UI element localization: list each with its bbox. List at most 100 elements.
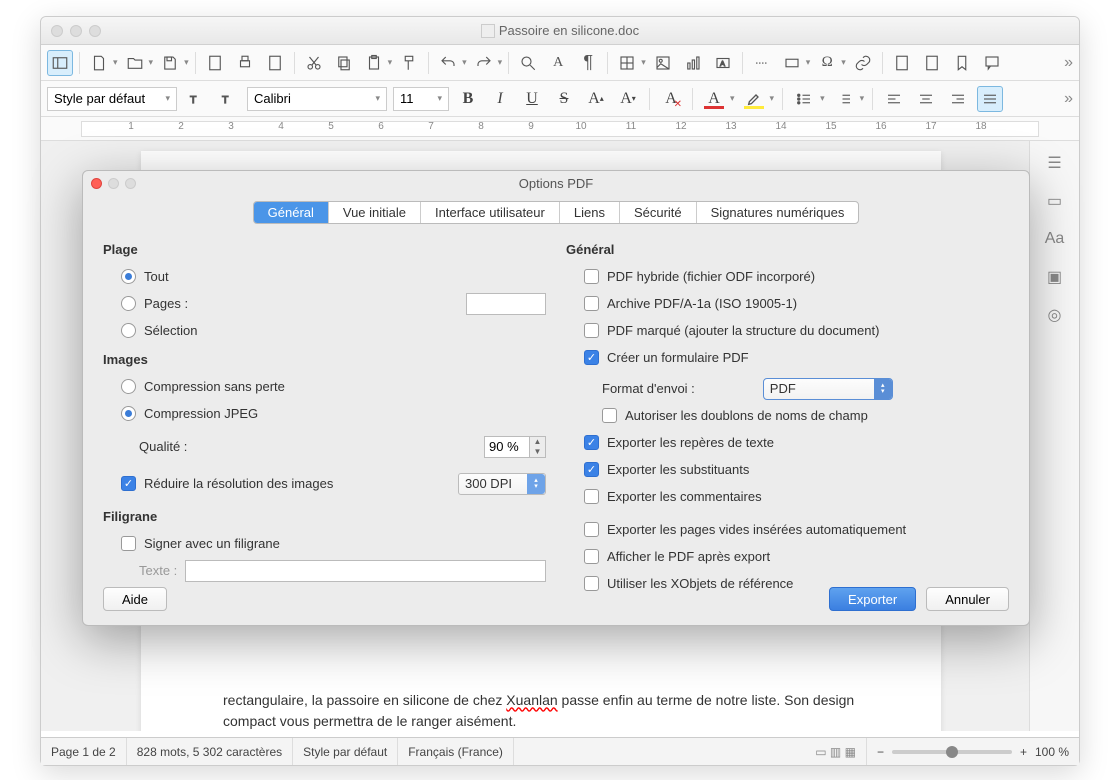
align-right-icon[interactable]: [945, 86, 971, 112]
find-icon[interactable]: [515, 50, 541, 76]
cut-icon[interactable]: [301, 50, 327, 76]
new-style-icon[interactable]: T: [215, 86, 241, 112]
dup-fields-check[interactable]: [602, 408, 617, 423]
status-view-icons[interactable]: ▭ ▥ ▦: [805, 738, 867, 765]
watermark-heading: Filigrane: [103, 509, 546, 524]
clear-format-button[interactable]: A✕: [658, 86, 684, 112]
tab-initial-view[interactable]: Vue initiale: [329, 202, 421, 223]
form-label: Créer un formulaire PDF: [607, 350, 749, 365]
status-style[interactable]: Style par défaut: [293, 738, 398, 765]
font-size-combo[interactable]: 11▾: [393, 87, 449, 111]
strikethrough-button[interactable]: S: [551, 86, 577, 112]
image-icon[interactable]: [650, 50, 676, 76]
page-break-icon[interactable]: [749, 50, 775, 76]
hybrid-check[interactable]: [584, 269, 599, 284]
blank-pages-check[interactable]: [584, 522, 599, 537]
print-preview-icon[interactable]: [262, 50, 288, 76]
print-icon[interactable]: [232, 50, 258, 76]
bookmark-icon[interactable]: [949, 50, 975, 76]
tab-links[interactable]: Liens: [560, 202, 620, 223]
footnote-icon[interactable]: [889, 50, 915, 76]
range-pages-radio[interactable]: [121, 296, 136, 311]
sidebar-gallery-icon[interactable]: ▣: [1037, 261, 1073, 293]
bold-button[interactable]: B: [455, 86, 481, 112]
quality-input[interactable]: [484, 436, 530, 458]
save-icon[interactable]: [157, 50, 183, 76]
sign-watermark-label: Signer avec un filigrane: [144, 536, 280, 551]
hybrid-label: PDF hybride (fichier ODF incorporé): [607, 269, 815, 284]
chart-icon[interactable]: [680, 50, 706, 76]
comments-check[interactable]: [584, 489, 599, 504]
sidebar-navigator-icon[interactable]: ◎: [1037, 299, 1073, 331]
align-center-icon[interactable]: [913, 86, 939, 112]
ruler-mark: 3: [228, 121, 234, 132]
submit-format-select[interactable]: PDF ▴▾: [763, 378, 893, 400]
tab-security[interactable]: Sécurité: [620, 202, 697, 223]
tab-ui[interactable]: Interface utilisateur: [421, 202, 560, 223]
export-pdf-icon[interactable]: [202, 50, 228, 76]
ruler-mark: 15: [825, 121, 836, 132]
status-zoom[interactable]: − + 100 %: [867, 738, 1079, 765]
form-check[interactable]: [584, 350, 599, 365]
status-wordcount[interactable]: 828 mots, 5 302 caractères: [127, 738, 293, 765]
jpeg-radio[interactable]: [121, 406, 136, 421]
comment-icon[interactable]: [979, 50, 1005, 76]
redo-icon[interactable]: [471, 50, 497, 76]
new-icon[interactable]: [86, 50, 112, 76]
copy-icon[interactable]: [331, 50, 357, 76]
export-button[interactable]: Exporter: [829, 587, 916, 611]
textbox-icon[interactable]: A: [710, 50, 736, 76]
tab-general[interactable]: Général: [254, 202, 329, 223]
table-icon[interactable]: [614, 50, 640, 76]
hyperlink-icon[interactable]: [850, 50, 876, 76]
bullet-list-icon[interactable]: [791, 86, 817, 112]
status-page[interactable]: Page 1 de 2: [41, 738, 127, 765]
paste-icon[interactable]: [361, 50, 387, 76]
update-style-icon[interactable]: T: [183, 86, 209, 112]
underline-button[interactable]: U: [519, 86, 545, 112]
sidebar-styles-icon[interactable]: Aa: [1037, 223, 1073, 255]
cancel-button[interactable]: Annuler: [926, 587, 1009, 611]
reduce-resolution-check[interactable]: [121, 476, 136, 491]
endnote-icon[interactable]: [919, 50, 945, 76]
field-icon[interactable]: [779, 50, 805, 76]
number-list-icon[interactable]: [831, 86, 857, 112]
range-pages-input[interactable]: [466, 293, 546, 315]
superscript-button[interactable]: A▴: [583, 86, 609, 112]
lossless-radio[interactable]: [121, 379, 136, 394]
pdf-options-dialog: Options PDF Général Vue initiale Interfa…: [82, 170, 1030, 626]
bookmarks-check[interactable]: [584, 435, 599, 450]
window-title: Passoire en silicone.doc: [499, 23, 639, 38]
spellcheck-icon[interactable]: A: [545, 50, 571, 76]
tab-signatures[interactable]: Signatures numériques: [697, 202, 859, 223]
formatting-marks-icon[interactable]: ¶: [575, 50, 601, 76]
font-name-combo[interactable]: Calibri▾: [247, 87, 387, 111]
placeholders-check[interactable]: [584, 462, 599, 477]
sidebar-page-icon[interactable]: ▭: [1037, 185, 1073, 217]
open-icon[interactable]: [122, 50, 148, 76]
align-left-icon[interactable]: [881, 86, 907, 112]
sidebar-toggle-icon[interactable]: [47, 50, 73, 76]
dpi-select[interactable]: 300 DPI ▴▾: [458, 473, 546, 495]
sign-watermark-check[interactable]: [121, 536, 136, 551]
status-language[interactable]: Français (France): [398, 738, 514, 765]
special-char-icon[interactable]: Ω: [814, 50, 840, 76]
svg-text:T: T: [222, 93, 229, 105]
range-all-radio[interactable]: [121, 269, 136, 284]
view-after-check[interactable]: [584, 549, 599, 564]
subscript-button[interactable]: A▾: [615, 86, 641, 112]
font-color-button[interactable]: A: [701, 86, 727, 112]
help-button[interactable]: Aide: [103, 587, 167, 611]
undo-icon[interactable]: [435, 50, 461, 76]
range-selection-radio[interactable]: [121, 323, 136, 338]
align-justify-icon[interactable]: [977, 86, 1003, 112]
paragraph-style-combo[interactable]: Style par défaut▾: [47, 87, 177, 111]
highlight-button[interactable]: [741, 86, 767, 112]
italic-button[interactable]: I: [487, 86, 513, 112]
blank-pages-label: Exporter les pages vides insérées automa…: [607, 522, 906, 537]
pdfa-check[interactable]: [584, 296, 599, 311]
quality-spinner[interactable]: ▲▼: [530, 436, 546, 458]
format-paintbrush-icon[interactable]: [396, 50, 422, 76]
tagged-check[interactable]: [584, 323, 599, 338]
sidebar-properties-icon[interactable]: ☰: [1037, 147, 1073, 179]
